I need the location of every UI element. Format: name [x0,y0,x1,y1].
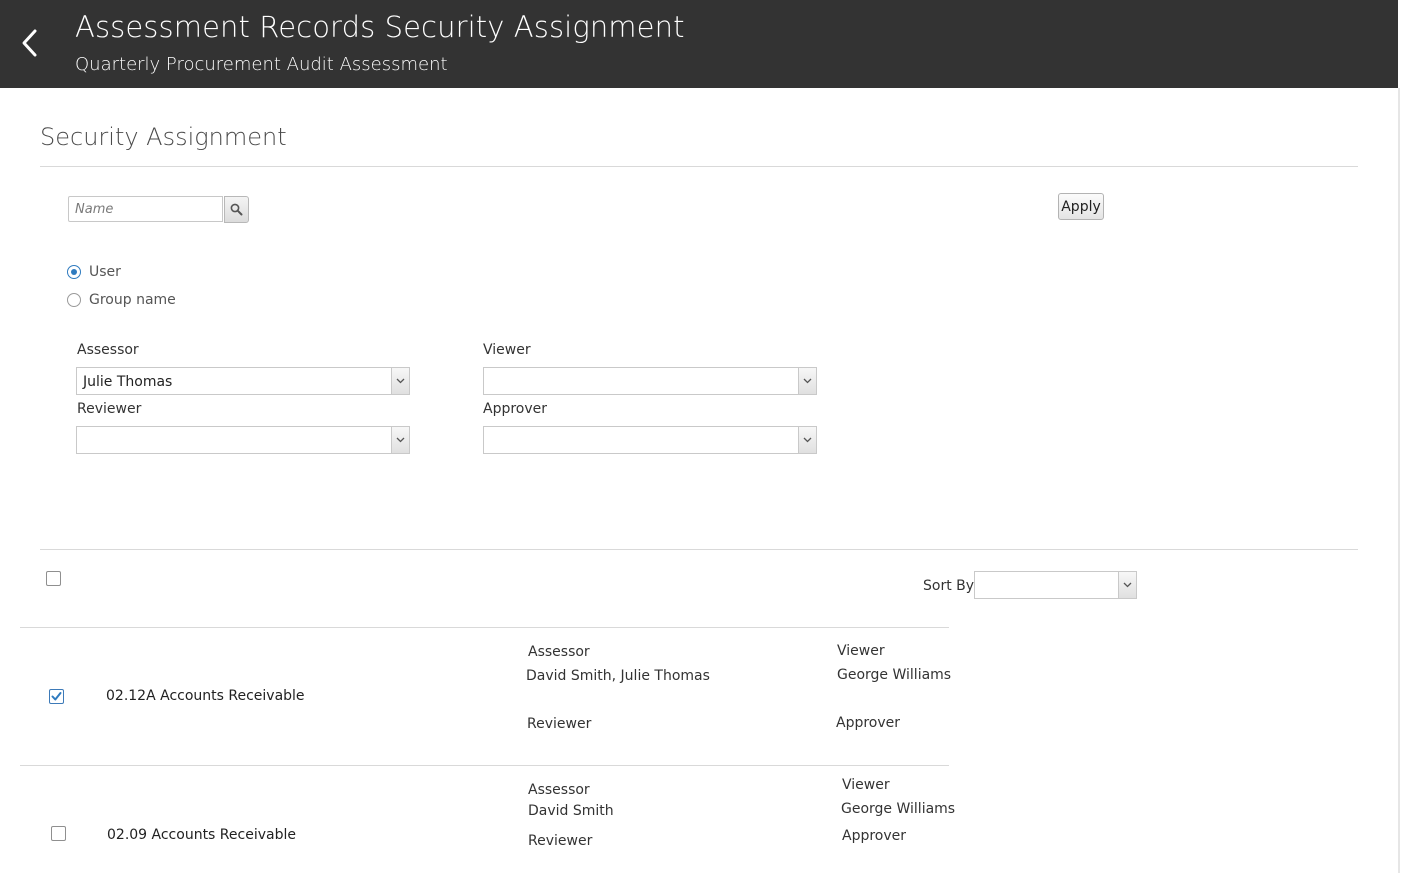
record-assessor-value: David Smith, Julie Thomas [526,668,710,684]
radio-option-user[interactable]: User [67,264,121,280]
record-viewer-label: Viewer [842,777,890,793]
radio-label: User [89,264,121,280]
chevron-down-icon[interactable] [798,427,816,453]
reviewer-select[interactable] [76,426,410,454]
viewer-select[interactable] [483,367,817,395]
section-divider [40,166,1358,167]
record-viewer-label: Viewer [837,643,885,659]
list-divider [40,549,1358,550]
sort-by-select[interactable] [974,571,1137,599]
record-reviewer-label: Reviewer [527,716,592,732]
name-search-input[interactable] [68,196,223,222]
row-divider [20,627,949,628]
radio-option-group-name[interactable]: Group name [67,292,176,308]
scroll-edge [1398,88,1400,873]
assessor-select[interactable]: Julie Thomas [76,367,410,395]
page-subtitle: Quarterly Procurement Audit Assessment [75,54,448,75]
record-viewer-value: George Williams [841,801,956,817]
assessor-label: Assessor [77,342,139,358]
approver-label: Approver [483,401,548,417]
record-reviewer-label: Reviewer [528,833,593,849]
sort-by-label: Sort By [923,578,975,594]
record-assessor-value: David Smith [528,803,614,819]
apply-button[interactable]: Apply [1058,193,1104,220]
select-all-checkbox[interactable] [46,571,61,586]
record-viewer-value: George Williams [837,667,952,683]
record-assessor-label: Assessor [528,782,590,798]
row-divider [20,765,949,766]
viewer-label: Viewer [483,342,531,358]
record-name: 02.12A Accounts Receivable [106,688,305,704]
search-icon [230,203,243,216]
assessor-selected-value: Julie Thomas [83,374,173,390]
chevron-down-icon[interactable] [798,368,816,394]
record-assessor-label: Assessor [528,644,590,660]
chevron-left-icon [22,29,37,57]
chevron-down-icon[interactable] [391,427,409,453]
record-checkbox[interactable] [51,826,66,841]
search-button[interactable] [224,196,249,223]
record-checkbox[interactable] [49,689,64,704]
checkmark-icon [51,692,62,701]
radio-button[interactable] [67,265,81,279]
chevron-down-icon[interactable] [1118,572,1136,598]
chevron-down-icon[interactable] [391,368,409,394]
approver-select[interactable] [483,426,817,454]
back-button[interactable] [14,24,48,64]
page-header: Assessment Records Security Assignment Q… [0,0,1398,88]
record-name: 02.09 Accounts Receivable [107,827,296,843]
page-title: Assessment Records Security Assignment [75,10,685,44]
radio-button[interactable] [67,293,81,307]
radio-label: Group name [89,292,176,308]
section-title: Security Assignment [40,123,287,151]
record-approver-label: Approver [836,715,901,731]
reviewer-label: Reviewer [77,401,142,417]
record-approver-label: Approver [842,828,907,844]
